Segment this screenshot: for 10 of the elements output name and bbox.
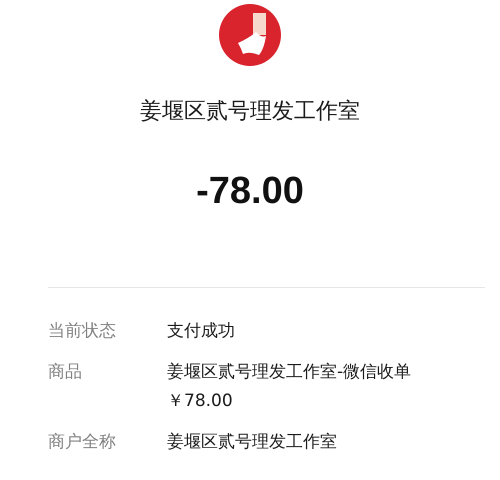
- detail-label: 商品: [48, 361, 83, 384]
- detail-label: 商户全称: [48, 431, 117, 454]
- detail-label: 当前状态: [48, 320, 117, 343]
- detail-value: 支付成功: [167, 320, 236, 343]
- merchant-logo-icon: [219, 4, 281, 66]
- merchant-name: 姜堰区贰号理发工作室: [140, 98, 360, 126]
- detail-value: ￥78.00: [167, 390, 234, 413]
- payment-amount: -78.00: [196, 170, 304, 213]
- detail-value: 姜堰区贰号理发工作室-微信收单: [167, 361, 412, 384]
- detail-value: 姜堰区贰号理发工作室: [167, 431, 338, 454]
